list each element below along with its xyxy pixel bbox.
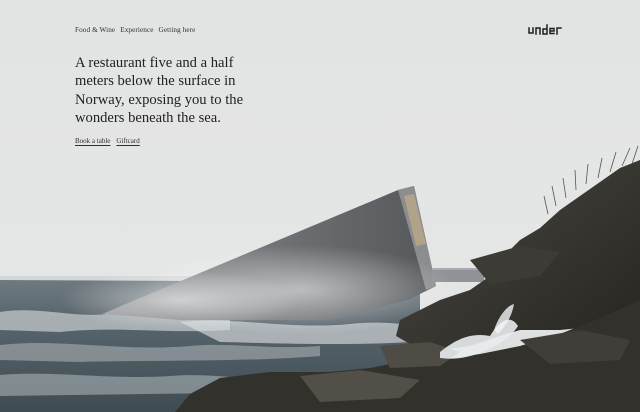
main-nav: Food & Wine Experience Getting here: [75, 26, 195, 34]
giftcard-link[interactable]: Giftcard: [116, 137, 139, 145]
nav-item-food-wine[interactable]: Food & Wine: [75, 26, 115, 34]
nav-item-getting-here[interactable]: Getting here: [159, 26, 196, 34]
brand-logo[interactable]: [528, 24, 566, 36]
hero-headline: A restaurant five and a half meters belo…: [75, 55, 244, 126]
book-table-link[interactable]: Book a table: [75, 137, 110, 145]
nav-item-experience[interactable]: Experience: [120, 26, 153, 34]
hero-actions: Book a table Giftcard: [75, 137, 140, 145]
page: Food & Wine Experience Getting here A re…: [0, 0, 640, 412]
